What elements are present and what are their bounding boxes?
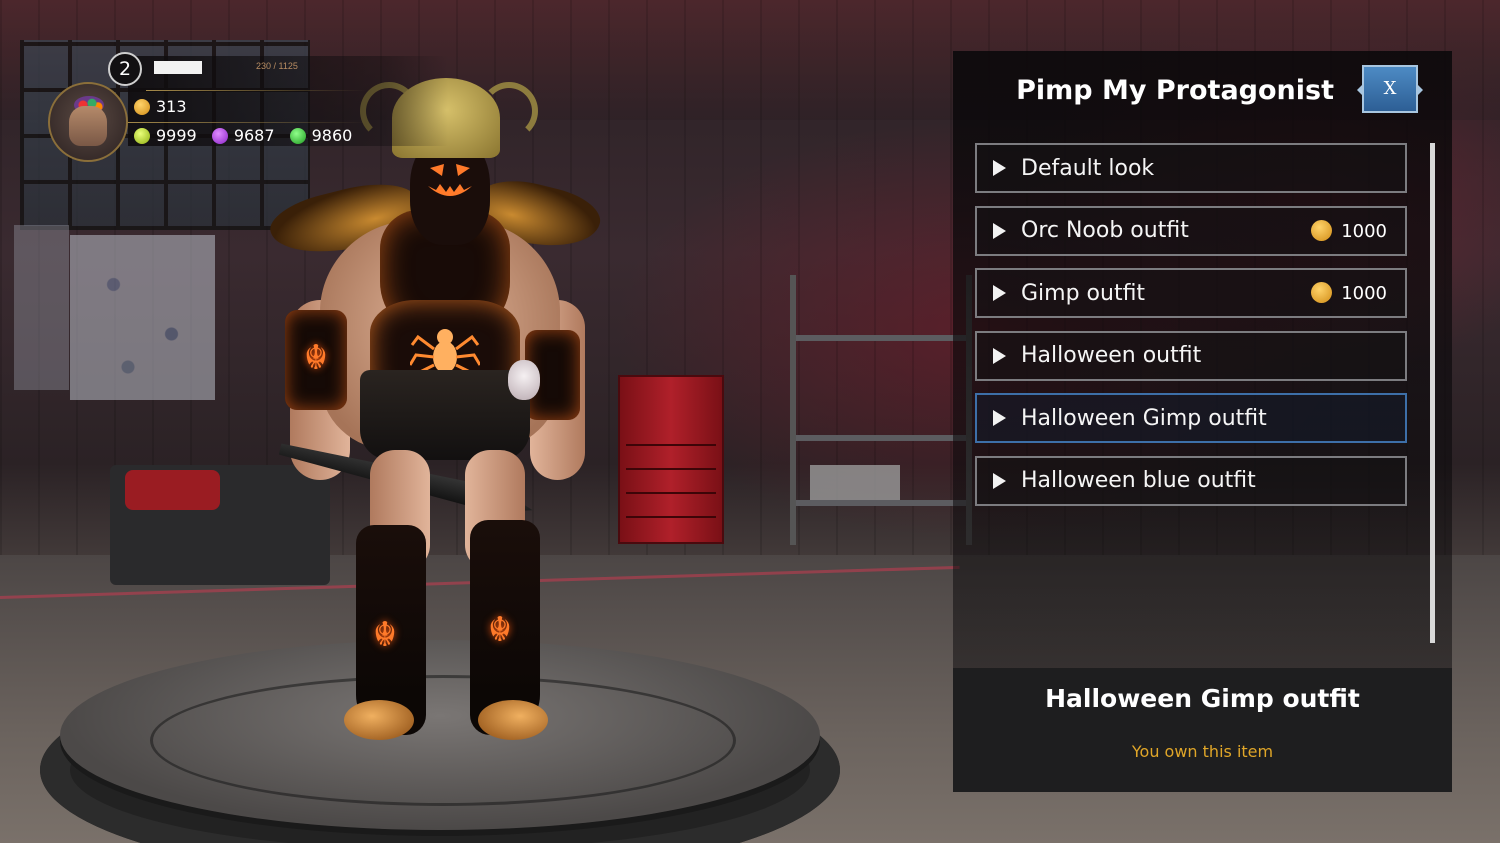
play-arrow-icon xyxy=(993,347,1006,364)
outfit-name: Halloween outfit xyxy=(1021,343,1202,368)
jack-o-lantern-face-icon xyxy=(428,164,472,196)
gold-amount: 313 xyxy=(156,97,187,116)
sugar-skull xyxy=(508,360,540,400)
gold-coin-icon xyxy=(1311,282,1333,303)
green-gem-icon xyxy=(289,128,306,144)
outfit-item-halloween-gimp[interactable]: Halloween Gimp outfit xyxy=(975,393,1407,443)
outfit-name: Gimp outfit xyxy=(1021,280,1146,306)
wall-poster-left xyxy=(14,225,69,390)
price-amount: 1000 xyxy=(1341,283,1387,304)
hud-divider xyxy=(126,122,366,123)
outfit-name: Halloween blue outfit xyxy=(1021,468,1256,493)
yellow-gem-icon xyxy=(134,128,150,144)
outfit-panel: Pimp My Protagonist X Default look Orc N… xyxy=(953,51,1452,792)
gold-coin-icon xyxy=(134,99,150,115)
xp-text: 230 / 1125 xyxy=(256,61,298,71)
outfit-name: Default look xyxy=(1021,155,1155,181)
outfit-price: 1000 xyxy=(1311,282,1387,304)
leather-shorts xyxy=(360,370,530,460)
outfit-item-halloween-blue[interactable]: Halloween blue outfit xyxy=(975,455,1407,506)
price-amount: 1000 xyxy=(1341,220,1387,242)
outfit-name: Halloween Gimp outfit xyxy=(1021,405,1267,431)
boot-toe-right xyxy=(478,700,548,740)
outfit-item-default-look[interactable]: Default look xyxy=(975,143,1407,193)
outfit-item-halloween[interactable]: Halloween outfit xyxy=(975,330,1407,381)
selected-outfit-info: Halloween Gimp outfit You own this item xyxy=(953,668,1452,792)
candy-bag-icon xyxy=(69,106,107,146)
play-arrow-icon xyxy=(993,160,1006,176)
currency-counters: 9999 9687 9860 xyxy=(134,126,362,145)
outfit-item-orc-noob[interactable]: Orc Noob outfit 1000 xyxy=(975,205,1407,256)
generator-tank xyxy=(125,470,220,510)
xp-bar xyxy=(154,61,202,74)
purple-gem-amount: 9687 xyxy=(233,126,275,145)
play-arrow-icon xyxy=(993,285,1006,301)
close-button[interactable]: X xyxy=(1357,65,1423,113)
khanda-emblem-icon: ☬ xyxy=(372,615,398,655)
outfit-item-gimp[interactable]: Gimp outfit 1000 xyxy=(975,268,1407,318)
selected-outfit-title: Halloween Gimp outfit xyxy=(1045,684,1360,713)
yellow-gem-amount: 9999 xyxy=(156,126,197,145)
play-arrow-icon xyxy=(993,222,1006,239)
outfit-list: Default look Orc Noob outfit 1000 Gimp o… xyxy=(975,143,1407,518)
avatar[interactable] xyxy=(48,82,128,162)
ownership-status: You own this item xyxy=(1131,742,1274,761)
khanda-emblem-icon: ☬ xyxy=(487,610,513,650)
protagonist-character: ☬ ☬ ☬ xyxy=(260,70,620,750)
outfit-price: 1000 xyxy=(1311,219,1387,242)
player-hud: 2 230 / 1125 313 9999 9687 9860 xyxy=(48,50,448,165)
metal-shelf xyxy=(790,275,972,545)
play-arrow-icon xyxy=(993,472,1006,489)
panel-title: Pimp My Protagonist xyxy=(1016,75,1334,106)
boot-toe-left xyxy=(344,700,414,740)
scrollbar[interactable] xyxy=(1430,143,1435,643)
shelf-box xyxy=(810,465,900,500)
hud-divider xyxy=(146,90,366,91)
level-badge: 2 xyxy=(108,52,142,86)
purple-gem-icon xyxy=(211,128,228,144)
play-arrow-icon xyxy=(993,410,1006,426)
red-tool-cabinet xyxy=(618,375,724,544)
wall-poster xyxy=(70,235,215,400)
gold-counter: 313 xyxy=(134,97,187,116)
green-gem-amount: 9860 xyxy=(311,126,353,145)
khanda-emblem-icon: ☬ xyxy=(303,338,329,378)
gold-coin-icon xyxy=(1311,219,1333,241)
outfit-name: Orc Noob outfit xyxy=(1021,218,1189,243)
